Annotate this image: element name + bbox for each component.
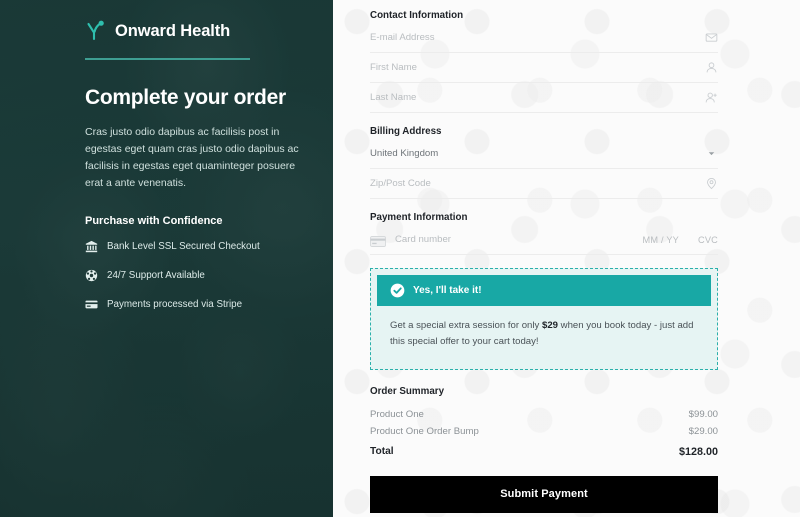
line-item-label: Product One	[370, 408, 424, 420]
email-field[interactable]: E-mail Address	[370, 23, 718, 53]
list-item-label: Bank Level SSL Secured Checkout	[107, 240, 260, 252]
order-summary: Order Summary Product One $99.00 Product…	[370, 386, 718, 461]
line-item-value: $29.00	[688, 425, 718, 437]
line-item-label: Product One Order Bump	[370, 425, 479, 437]
user-add-icon	[705, 91, 718, 104]
order-bump-box[interactable]: Yes, I'll take it! Get a special extra s…	[370, 268, 718, 370]
list-item: Bank Level SSL Secured Checkout	[85, 240, 299, 253]
brand-lockup[interactable]: Onward Health	[85, 16, 299, 46]
table-row: Product One Order Bump $29.00	[370, 423, 718, 440]
email-field-placeholder: E-mail Address	[370, 32, 435, 43]
card-cvc-placeholder: CVC	[698, 234, 718, 245]
envelope-icon	[705, 31, 718, 44]
zip-code-field[interactable]: Zip/Post Code	[370, 169, 718, 199]
credit-card-icon	[370, 234, 386, 247]
left-hero-panel: Onward Health Complete your order Cras j…	[0, 0, 333, 517]
first-name-placeholder: First Name	[370, 62, 417, 73]
checkout-page: Onward Health Complete your order Cras j…	[0, 0, 800, 517]
card-expiry-placeholder: MM / YY	[642, 234, 679, 245]
list-item: Payments processed via Stripe	[85, 298, 299, 311]
user-icon	[705, 61, 718, 74]
order-bump-text-before: Get a special extra session for only	[390, 320, 542, 331]
credit-card-icon	[85, 298, 98, 311]
support-headset-icon	[85, 269, 98, 282]
order-bump-description: Get a special extra session for only $29…	[377, 306, 711, 363]
y-sprout-icon	[85, 20, 105, 42]
payment-section-title: Payment Information	[370, 212, 468, 223]
table-row-total: Total $128.00	[370, 440, 718, 461]
list-item-label: 24/7 Support Available	[107, 269, 205, 281]
order-summary-title: Order Summary	[370, 385, 445, 397]
confidence-heading: Purchase with Confidence	[85, 214, 223, 227]
left-panel-content: Onward Health Complete your order Cras j…	[0, 0, 333, 311]
order-bump-price: $29	[541, 320, 558, 331]
submit-payment-button[interactable]: Submit Payment	[370, 475, 718, 513]
country-select[interactable]: United Kingdom	[370, 139, 718, 169]
line-item-value: $99.00	[688, 408, 718, 420]
page-title: Complete your order	[85, 85, 286, 109]
order-bump-accept-bar[interactable]: Yes, I'll take it!	[377, 275, 711, 306]
checkout-form-panel: Contact Information E-mail Address First…	[333, 0, 800, 517]
contact-section-title: Contact Information	[370, 10, 464, 21]
card-number-placeholder: Card number	[395, 234, 451, 245]
zip-code-placeholder: Zip/Post Code	[370, 178, 431, 189]
brand-name: Onward Health	[115, 21, 231, 40]
country-select-value: United Kingdom	[370, 148, 439, 159]
chevron-down-icon	[705, 147, 718, 160]
billing-section-title: Billing Address	[370, 126, 442, 137]
check-circle-icon[interactable]	[390, 283, 405, 298]
list-item-label: Payments processed via Stripe	[107, 298, 243, 310]
card-number-field[interactable]: Card number MM / YY CVC	[370, 225, 718, 255]
confidence-list: Bank Level SSL Secured Checkout 24/7 Sup…	[85, 240, 299, 311]
last-name-field[interactable]: Last Name	[370, 83, 718, 113]
location-pin-icon	[705, 177, 718, 190]
intro-paragraph: Cras justo odio dapibus ac facilisis pos…	[85, 125, 299, 190]
last-name-placeholder: Last Name	[370, 92, 417, 103]
list-item: 24/7 Support Available	[85, 269, 299, 282]
bank-icon	[85, 240, 98, 253]
first-name-field[interactable]: First Name	[370, 53, 718, 83]
total-value: $128.00	[678, 445, 718, 458]
order-bump-accept-label: Yes, I'll take it!	[413, 285, 482, 296]
checkout-form: Contact Information E-mail Address First…	[333, 0, 800, 513]
total-label: Total	[370, 446, 394, 458]
table-row: Product One $99.00	[370, 406, 718, 423]
brand-divider	[85, 58, 250, 60]
